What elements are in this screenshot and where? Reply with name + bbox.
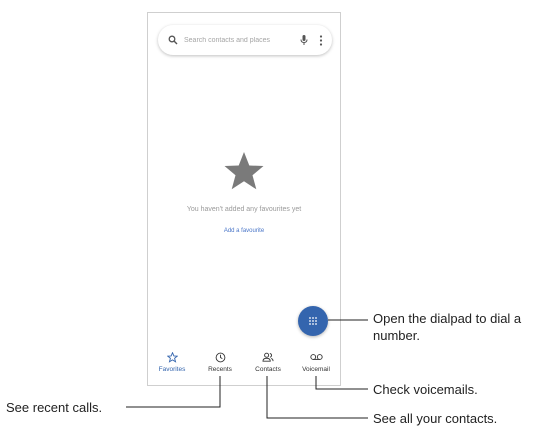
- contacts-callout-line: [266, 376, 368, 419]
- dialpad-callout-line1: Open the dialpad to dial a: [373, 311, 522, 326]
- callout-lines: [126, 319, 368, 419]
- dialpad-callout-line2: number.: [373, 328, 420, 343]
- recents-callout: See recent calls.: [6, 400, 103, 415]
- voicemail-callout-line: [315, 376, 368, 390]
- contacts-callout: See all your contacts.: [373, 411, 498, 426]
- recents-callout-line: [126, 376, 221, 408]
- dialpad-callout: Open the dialpad to dial a number.: [373, 310, 521, 344]
- voicemail-callout: Check voicemails.: [373, 382, 478, 397]
